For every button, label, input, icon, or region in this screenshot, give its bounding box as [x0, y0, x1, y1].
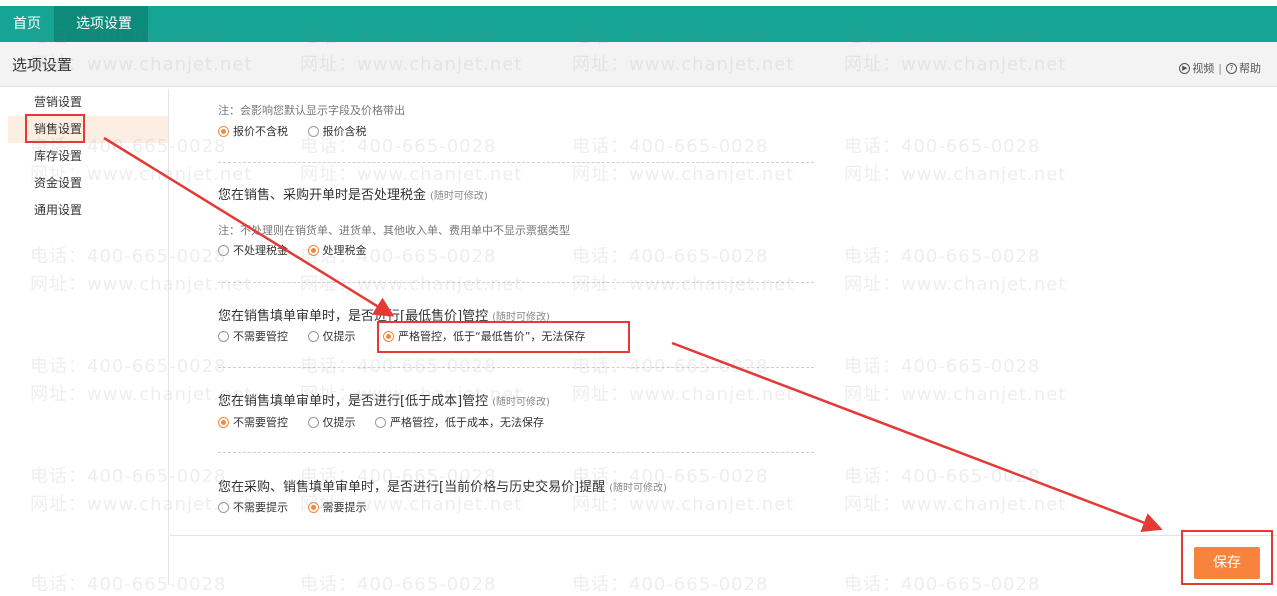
question-text: 您在销售填单审单时，是否进行[低于成本]管控 — [218, 394, 489, 409]
radio-option[interactable]: 处理税金 — [307, 243, 367, 259]
radio-option[interactable]: 不需要管控 — [218, 415, 288, 431]
footer-bar — [170, 535, 1277, 590]
divider — [218, 282, 814, 283]
radio-option[interactable]: 需要提示 — [307, 500, 367, 516]
sidebar-item-inventory[interactable]: 库存设置 — [8, 143, 168, 170]
hint-text: (随时可修改) — [492, 397, 550, 408]
radio-option[interactable]: 严格管控，低于成本，无法保存 — [375, 415, 544, 431]
help-link[interactable]: 帮助 — [1239, 62, 1261, 75]
annotation-box-sales — [25, 114, 85, 143]
header-links: ▶ 视频 |? 帮助 — [1179, 60, 1261, 76]
section2-question: 您在销售、采购开单时是否处理税金 (随时可修改) — [218, 184, 488, 203]
radio-option[interactable]: 不需要提示 — [218, 500, 288, 516]
sidebar: 营销设置 销售设置 库存设置 资金设置 通用设置 — [8, 89, 169, 585]
radio-option[interactable]: 仅提示 — [307, 415, 356, 431]
section2-note: 注：不处理则在销货单、进货单、其他收入单、费用单中不显示票据类型 — [218, 224, 570, 237]
radio-label: 不处理税金 — [233, 244, 288, 257]
sidebar-item-funds[interactable]: 资金设置 — [8, 170, 168, 197]
page-title: 选项设置 — [12, 56, 73, 74]
section4-question: 您在销售填单审单时，是否进行[低于成本]管控 (随时可修改) — [218, 390, 550, 409]
radio-label: 不需要管控 — [233, 330, 288, 343]
question-text: 您在采购、销售填单审单时，是否进行[当前价格与历史交易价]提醒 — [218, 480, 606, 495]
radio-option[interactable]: 报价不含税 — [218, 124, 288, 140]
tab-label: 选项设置 — [76, 16, 132, 32]
section5-radio-group: 不需要提示 需要提示 — [218, 500, 383, 516]
radio-option[interactable]: 不处理税金 — [218, 243, 288, 259]
radio-label: 需要提示 — [322, 501, 367, 514]
radio-icon[interactable] — [218, 330, 229, 342]
tab-home[interactable]: 首页 — [0, 6, 54, 42]
question-text: 您在销售、采购开单时是否处理税金 — [218, 188, 427, 203]
radio-option[interactable]: 仅提示 — [307, 329, 356, 345]
video-link[interactable]: 视频 — [1192, 62, 1214, 75]
radio-label: 报价不含税 — [233, 125, 288, 138]
hint-text: (随时可修改) — [609, 483, 667, 494]
radio-label: 仅提示 — [322, 330, 356, 343]
divider: | — [1218, 61, 1222, 75]
radio-selected-icon[interactable] — [307, 244, 319, 256]
radio-selected-icon[interactable] — [218, 416, 229, 428]
sidebar-item-marketing[interactable]: 营销设置 — [8, 89, 168, 116]
radio-icon[interactable] — [375, 416, 386, 428]
page-header: 选项设置 ▶ 视频 |? 帮助 — [0, 42, 1277, 87]
tab-bar: 首页 选项设置× — [0, 6, 1277, 68]
divider — [218, 162, 814, 163]
play-icon[interactable]: ▶ — [1179, 62, 1191, 74]
tab-options-settings[interactable]: 选项设置× — [54, 6, 148, 68]
radio-option[interactable]: 不需要管控 — [218, 329, 288, 345]
help-icon[interactable]: ? — [1226, 62, 1237, 74]
sidebar-item-general[interactable]: 通用设置 — [8, 197, 168, 224]
radio-label: 严格管控，低于成本，无法保存 — [390, 416, 544, 429]
radio-icon[interactable] — [307, 416, 319, 428]
section1-note: 注：会影响您默认显示字段及价格带出 — [218, 104, 405, 117]
radio-label: 报价含税 — [322, 125, 367, 138]
divider — [218, 452, 814, 453]
section4-radio-group: 不需要管控 仅提示 严格管控，低于成本，无法保存 — [218, 415, 560, 431]
divider — [218, 367, 814, 368]
radio-option[interactable]: 报价含税 — [307, 124, 367, 140]
radio-icon[interactable] — [218, 501, 229, 513]
annotation-box-save — [1181, 530, 1273, 585]
hint-text: (随时可修改) — [430, 191, 488, 202]
radio-label: 处理税金 — [322, 244, 367, 257]
radio-selected-icon[interactable] — [307, 501, 319, 513]
section1-radio-group: 报价不含税 报价含税 — [218, 124, 383, 140]
radio-label: 不需要管控 — [233, 416, 288, 429]
radio-icon[interactable] — [218, 244, 229, 256]
radio-icon[interactable] — [307, 330, 319, 342]
radio-icon[interactable] — [307, 125, 319, 137]
section5-question: 您在采购、销售填单审单时，是否进行[当前价格与历史交易价]提醒 (随时可修改) — [218, 476, 667, 495]
annotation-box-strict-control — [377, 321, 630, 353]
radio-label: 仅提示 — [322, 416, 356, 429]
radio-selected-icon[interactable] — [218, 125, 229, 137]
section2-radio-group: 不处理税金 处理税金 — [218, 243, 383, 259]
radio-label: 不需要提示 — [233, 501, 288, 514]
